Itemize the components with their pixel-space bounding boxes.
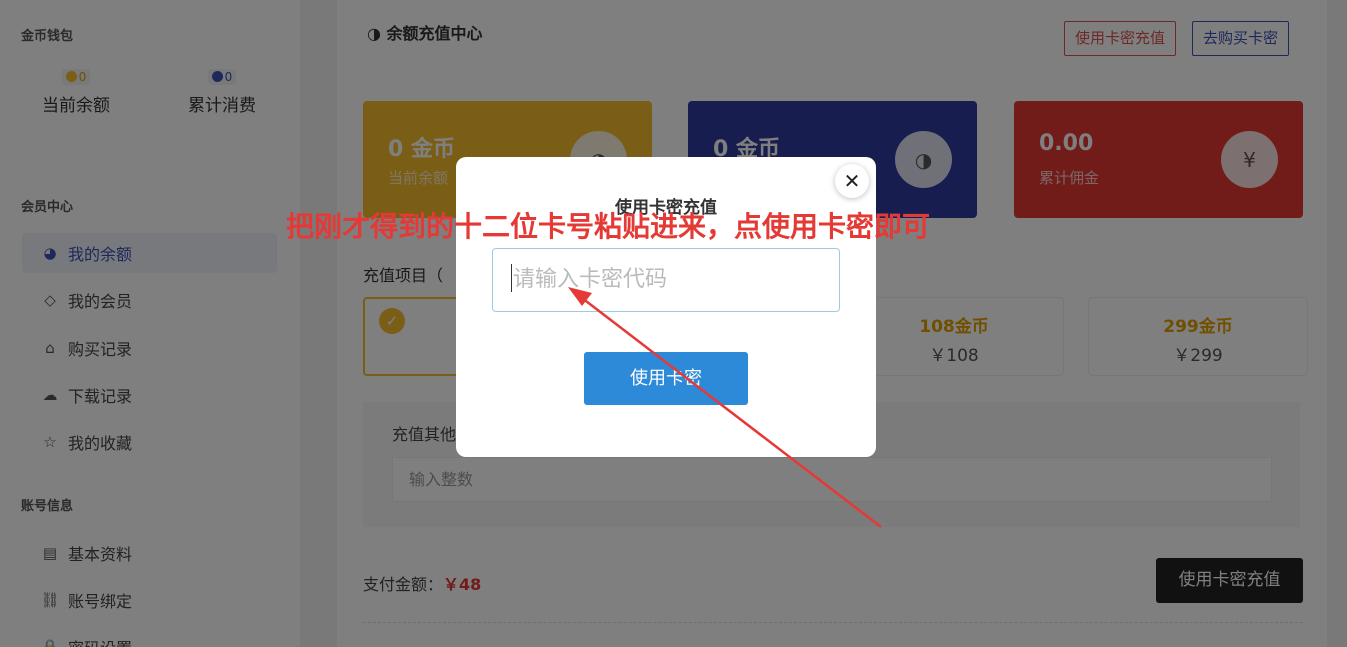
annotation-arrow-icon — [568, 287, 882, 528]
